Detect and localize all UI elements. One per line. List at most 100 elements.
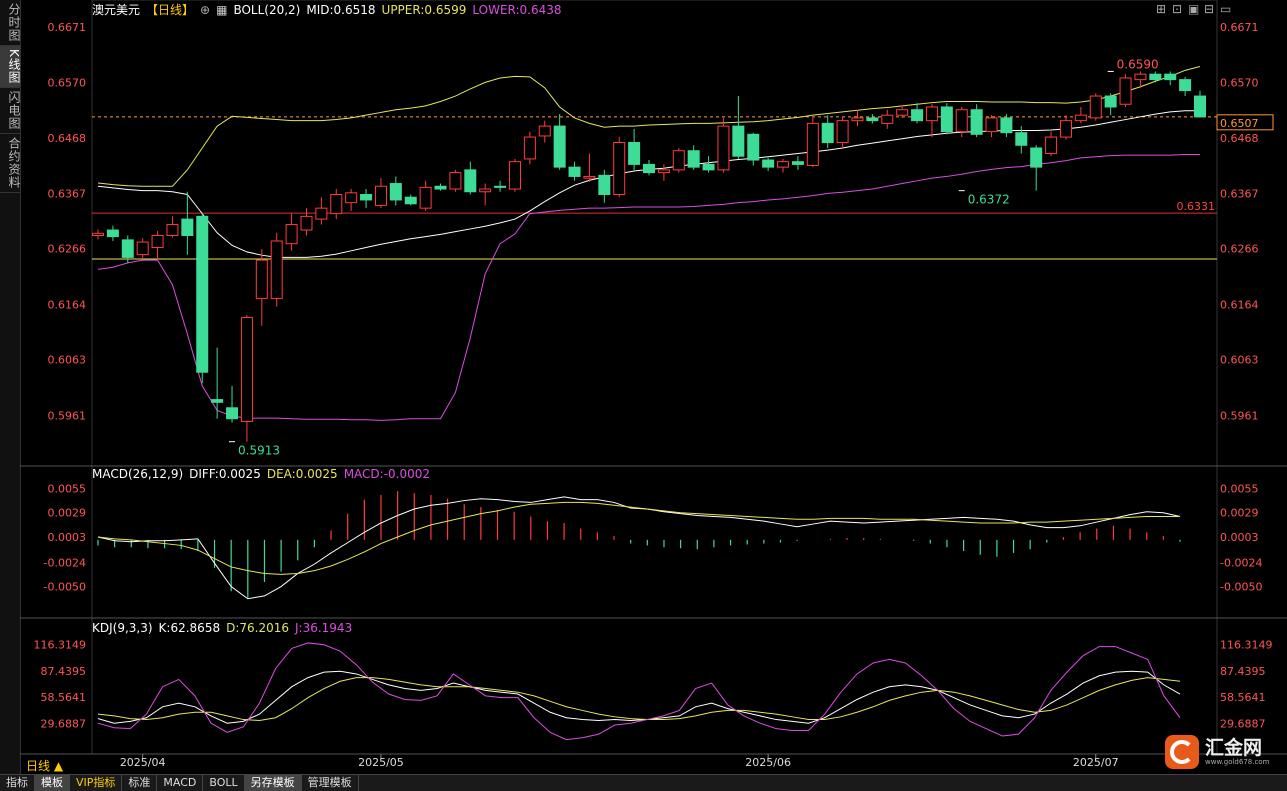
candle-body: [538, 125, 551, 137]
bottom-tab-0[interactable]: 指标: [0, 775, 35, 791]
window-control-icon: ⊡: [1172, 2, 1182, 16]
candle-body: [732, 125, 745, 157]
y-tick-left: 0.6063: [48, 354, 87, 367]
candle-body: [374, 185, 387, 206]
window-control-icon: ⊞: [1156, 2, 1166, 16]
zoom-icon: ⊕: [200, 3, 210, 17]
kdj-y-tick-left: 116.3149: [34, 638, 87, 651]
kdj-d: D:76.2016: [226, 621, 289, 635]
candle-body: [92, 232, 104, 237]
price-annotation: 0.6372: [968, 193, 1010, 207]
period: 【日线】: [146, 3, 194, 17]
candle-body: [479, 188, 492, 193]
macd-y-tick-left: -0.0050: [44, 581, 86, 594]
candle-body: [1179, 79, 1192, 92]
y-tick-left: 0.6468: [48, 132, 87, 145]
y-tick-right: 0.6164: [1220, 298, 1259, 311]
candle-body: [330, 193, 343, 215]
y-tick-left: 0.6164: [48, 298, 87, 311]
y-tick-right: 0.6570: [1220, 76, 1259, 89]
price-annotation: 0.6590: [1117, 57, 1159, 71]
candle-body: [672, 150, 685, 171]
kdj-y-tick-left: 58.5641: [41, 691, 87, 704]
candle-body: [419, 186, 432, 209]
y-tick-right: 0.6468: [1220, 132, 1259, 145]
bottom-tab-7[interactable]: 管理模板: [302, 775, 359, 791]
candle-body: [166, 224, 179, 236]
price-annotation: 0.5913: [238, 444, 280, 458]
kdj-k-line: [97, 670, 1181, 724]
y-tick-left: 0.6266: [48, 243, 87, 256]
boll-mid-line: [97, 110, 1200, 258]
candle-body: [464, 169, 477, 193]
candle-body: [687, 150, 700, 168]
candle-body: [985, 117, 998, 133]
kdj-label: KDJ(9,3,3): [92, 621, 153, 635]
indicator-icon: ▦: [216, 3, 227, 17]
left-tab-1[interactable]: K线图: [0, 46, 21, 88]
candle-body: [211, 399, 224, 403]
kdj-y-tick-right: 29.6887: [1220, 717, 1266, 730]
macd-y-tick-left: 0.0029: [48, 507, 87, 520]
candle-body: [940, 106, 953, 133]
period-selector[interactable]: 日线 ▲: [26, 757, 63, 774]
bottom-tab-1[interactable]: 模板: [35, 775, 70, 791]
candle-body: [270, 240, 283, 299]
x-tick-label: 2025/05: [358, 756, 404, 769]
candle-body: [791, 161, 804, 165]
left-tab-2[interactable]: 闪电图: [0, 88, 21, 134]
macd-diff: DIFF:0.0025: [189, 467, 261, 481]
candle-body: [255, 259, 268, 299]
window-control-icon: ▣: [1188, 2, 1199, 16]
kdj-y-tick-right: 87.4395: [1220, 665, 1266, 678]
candle-body: [866, 117, 879, 122]
bottom-tab-3[interactable]: 标准: [122, 775, 158, 791]
candle-body: [702, 163, 715, 171]
logo-url: www.gold678.com: [1205, 758, 1270, 766]
candle-body: [196, 215, 209, 373]
macd-y-tick-right: 0.0055: [1220, 482, 1259, 495]
candle-body: [970, 109, 983, 135]
window-control-icon: ▭: [1220, 2, 1231, 16]
macd-y-tick-right: -0.0050: [1220, 581, 1262, 594]
candle-body: [911, 109, 924, 122]
candle-body: [836, 120, 849, 144]
gold678-logo-mark-icon: [1165, 735, 1199, 769]
candle-body: [747, 133, 760, 161]
window-control-icon: ⊟: [1204, 2, 1214, 16]
candle-body: [404, 196, 417, 205]
candle-body: [345, 192, 358, 204]
gold678-logo: 汇金网 www.gold678.com: [1165, 735, 1269, 769]
candle-body: [583, 175, 596, 179]
y-tick-left: 0.6367: [48, 187, 87, 200]
kdj-y-tick-right: 58.5641: [1220, 691, 1266, 704]
macd-y-tick-left: 0.0003: [48, 531, 87, 544]
bottom-tab-4[interactable]: MACD: [157, 775, 204, 791]
bottom-tab-5[interactable]: BOLL: [203, 775, 245, 791]
bottom-tab-2[interactable]: VIP指标: [70, 775, 123, 791]
candle-body: [777, 161, 790, 168]
candle-body: [762, 159, 775, 168]
candle-body: [1074, 114, 1087, 122]
plot-frame: [91, 0, 1218, 755]
x-tick-label: 2025/04: [120, 756, 166, 769]
candle-body: [643, 163, 655, 174]
bottom-tab-6[interactable]: 另存模板: [244, 775, 302, 791]
candle-body: [1149, 73, 1162, 81]
candle-body: [1059, 120, 1072, 138]
candle-body: [240, 317, 253, 422]
candle-body: [136, 241, 149, 256]
macd-y-tick-left: -0.0024: [44, 556, 86, 569]
candle-body: [434, 185, 447, 190]
candle-body: [628, 142, 641, 165]
current-price-label: 0.6507: [1220, 117, 1259, 130]
candle-body: [494, 185, 507, 188]
y-tick-right: 0.6063: [1220, 354, 1259, 367]
candle-body: [449, 172, 462, 190]
chart-area[interactable]: 0.6671 0.6671 0.6570 0.6570 0.6468 0.6468 0.63…: [20, 0, 1287, 774]
macd-diff-line: [97, 496, 1181, 600]
left-tab-3[interactable]: 合约资料: [0, 134, 21, 193]
candle-body: [1045, 136, 1058, 154]
left-tab-0[interactable]: 分时图: [0, 0, 21, 46]
y-tick-left: 0.5961: [48, 409, 87, 422]
